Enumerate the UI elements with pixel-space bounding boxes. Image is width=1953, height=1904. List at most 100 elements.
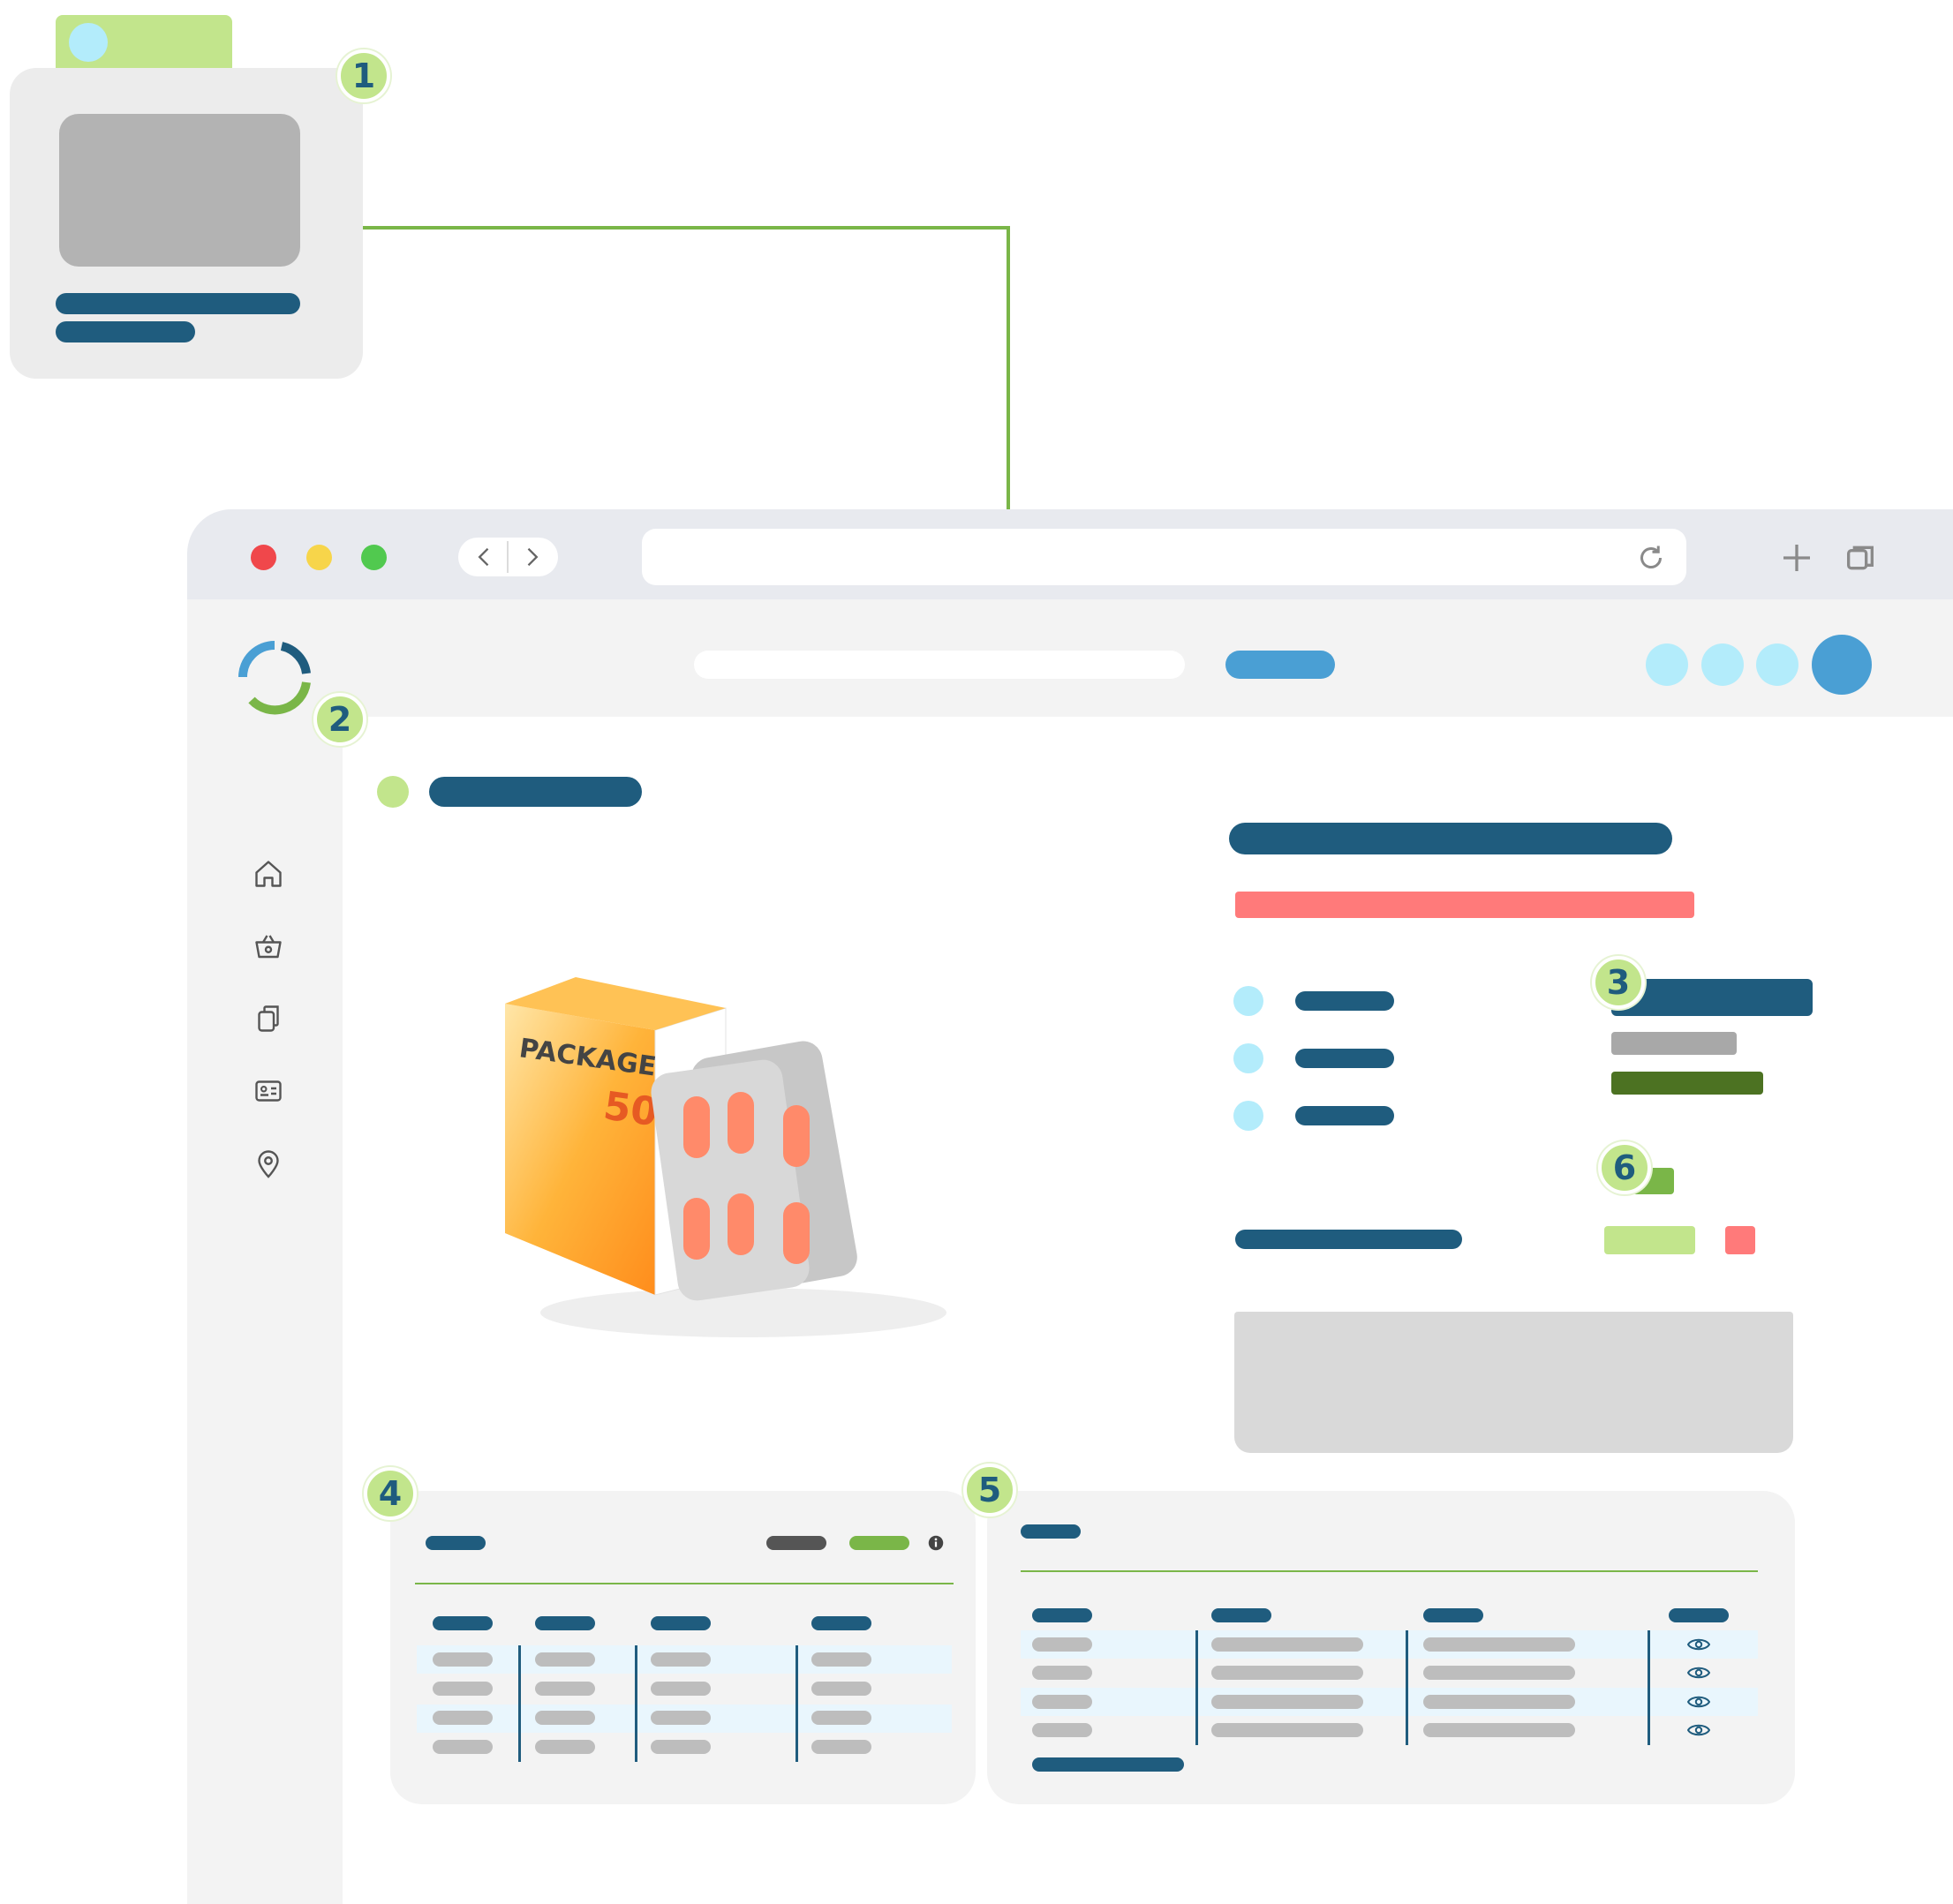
app-logo[interactable] — [236, 638, 313, 716]
table-cell — [1032, 1637, 1092, 1652]
callout-badge-2: 2 — [313, 693, 366, 746]
table-cell — [1423, 1723, 1575, 1737]
home-icon[interactable] — [253, 858, 284, 890]
attribute-dot-2 — [1233, 1043, 1263, 1073]
eye-icon[interactable] — [1687, 1722, 1710, 1738]
eye-icon[interactable] — [1687, 1665, 1710, 1681]
browser-window: PACKAGE 500 MG — [187, 509, 1953, 1904]
table-cell — [811, 1711, 871, 1725]
location-pin-icon[interactable] — [253, 1148, 284, 1179]
orders-table-rule — [1021, 1570, 1758, 1572]
table-cell — [1211, 1695, 1363, 1709]
quantity-label — [1235, 1230, 1462, 1249]
new-tab-icon[interactable] — [1779, 540, 1814, 576]
table-cell — [1211, 1637, 1363, 1652]
table-cell — [1423, 1695, 1575, 1709]
table-cell — [651, 1682, 711, 1696]
address-bar[interactable] — [642, 529, 1686, 585]
header-action-1[interactable] — [1646, 643, 1688, 686]
search-button[interactable] — [1225, 651, 1335, 679]
table-cell — [1423, 1666, 1575, 1680]
table-cell — [811, 1682, 871, 1696]
orders-col-header-1 — [1032, 1608, 1092, 1622]
table-cell — [433, 1740, 493, 1754]
table-cell — [1211, 1723, 1363, 1737]
callout-badge-4: 4 — [364, 1467, 417, 1520]
warning-banner — [1235, 892, 1694, 918]
table-cell — [1423, 1637, 1575, 1652]
sidebar — [187, 717, 343, 1904]
user-avatar[interactable] — [1812, 635, 1872, 695]
stock-col-divider-3 — [796, 1645, 798, 1762]
orders-col-divider-1 — [1195, 1630, 1198, 1745]
stock-col-header-2 — [535, 1616, 595, 1630]
status-dot — [377, 776, 409, 808]
stock-col-header-4 — [811, 1616, 871, 1630]
id-card-icon[interactable] — [253, 1075, 284, 1107]
stock-col-header-1 — [433, 1616, 493, 1630]
documents-icon[interactable] — [253, 1003, 284, 1035]
table-cell — [535, 1740, 595, 1754]
product-name — [1229, 823, 1672, 854]
global-search-input[interactable] — [694, 651, 1185, 679]
remove-button[interactable] — [1725, 1226, 1755, 1254]
table-cell — [535, 1682, 595, 1696]
table-cell — [651, 1711, 711, 1725]
back-icon[interactable] — [472, 545, 497, 569]
attribute-dot-3 — [1233, 1101, 1263, 1131]
table-cell — [651, 1652, 711, 1667]
tabs-icon[interactable] — [1843, 540, 1878, 576]
orders-col-header-3 — [1423, 1608, 1483, 1622]
attribute-label-3 — [1295, 1106, 1394, 1125]
table-cell — [1211, 1666, 1363, 1680]
product-image: PACKAGE 500 MG — [479, 968, 973, 1357]
orders-col-header-4 — [1669, 1608, 1729, 1622]
orders-table-title — [1021, 1524, 1081, 1539]
orders-col-divider-2 — [1406, 1630, 1408, 1745]
header-action-2[interactable] — [1701, 643, 1744, 686]
stock-table-rule — [415, 1583, 954, 1584]
page-title — [429, 777, 642, 807]
info-icon[interactable] — [928, 1535, 944, 1551]
description-panel — [1234, 1312, 1793, 1453]
stock-col-header-3 — [651, 1616, 711, 1630]
attribute-dot-1 — [1233, 986, 1263, 1016]
attribute-label-2 — [1295, 1049, 1394, 1068]
stock-filter-chip[interactable] — [766, 1536, 826, 1550]
table-cell — [811, 1652, 871, 1667]
callout-badge-3: 3 — [1592, 956, 1645, 1009]
orders-col-divider-3 — [1648, 1630, 1650, 1745]
reload-icon[interactable] — [1635, 542, 1667, 574]
orders-col-header-2 — [1211, 1608, 1271, 1622]
table-cell — [811, 1740, 871, 1754]
table-cell — [433, 1711, 493, 1725]
orders-table-footer-link[interactable] — [1032, 1757, 1184, 1772]
stock-col-divider-1 — [518, 1645, 521, 1762]
connector-line — [363, 226, 1010, 509]
table-cell — [535, 1652, 595, 1667]
history-nav-divider — [507, 541, 509, 573]
table-cell — [433, 1652, 493, 1667]
table-cell — [1032, 1723, 1092, 1737]
stock-col-divider-2 — [635, 1645, 637, 1762]
table-cell — [651, 1740, 711, 1754]
attribute-label-1 — [1295, 991, 1394, 1011]
stock-table-title — [426, 1536, 486, 1550]
table-cell — [433, 1682, 493, 1696]
basket-icon[interactable] — [253, 930, 284, 962]
eye-icon[interactable] — [1687, 1637, 1710, 1652]
callout-badge-6: 6 — [1598, 1141, 1651, 1194]
forward-icon[interactable] — [519, 545, 544, 569]
callout-badge-5: 5 — [963, 1464, 1016, 1516]
table-cell — [1032, 1666, 1092, 1680]
stock-status — [1611, 1072, 1763, 1095]
table-cell — [535, 1711, 595, 1725]
price-old — [1611, 1032, 1737, 1055]
stock-status-chip[interactable] — [849, 1536, 909, 1550]
header-action-3[interactable] — [1756, 643, 1798, 686]
close-window-button[interactable] — [251, 545, 276, 570]
eye-icon[interactable] — [1687, 1694, 1710, 1710]
add-to-cart-button[interactable] — [1604, 1226, 1695, 1254]
minimize-window-button[interactable] — [306, 545, 332, 570]
maximize-window-button[interactable] — [361, 545, 387, 570]
